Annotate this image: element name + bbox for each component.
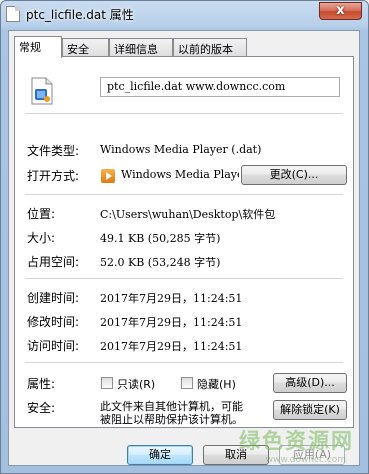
separator xyxy=(25,278,343,279)
size-on-disk-value: 52.0 KB (53,248 字节) xyxy=(100,256,221,269)
file-icon xyxy=(6,6,20,22)
cancel-button[interactable]: 取消 xyxy=(203,445,269,465)
accessed-value: 2017年7月29日，11:24:51 xyxy=(100,340,243,353)
ok-button[interactable]: 确定 xyxy=(127,445,193,465)
open-with-label: 打开方式: xyxy=(27,169,80,183)
advanced-button[interactable]: 高级(D)... xyxy=(273,373,347,393)
tab-security[interactable]: 安全 xyxy=(62,38,109,56)
attributes-label: 属性: xyxy=(27,377,56,391)
separator xyxy=(25,362,343,363)
created-value: 2017年7月29日，11:24:51 xyxy=(100,292,243,305)
file-name-field[interactable]: ptc_licfile.dat www.downcc.com xyxy=(100,77,340,97)
unblock-button[interactable]: 解除锁定(K) xyxy=(273,400,347,420)
security-label: 安全: xyxy=(27,401,56,415)
separator xyxy=(25,194,343,195)
readonly-label[interactable]: 只读(R) xyxy=(117,376,155,392)
properties-window: ptc_licfile.dat 属性 x 常规 安全 详细信息 以前的版本 pt… xyxy=(0,0,369,474)
file-type-value: Windows Media Player (.dat) xyxy=(100,143,262,156)
apply-button[interactable]: 应用(A) xyxy=(279,445,345,465)
open-with-value: Windows Media Playe xyxy=(121,168,239,181)
general-tab-panel: ptc_licfile.dat www.downcc.com 文件类型: Win… xyxy=(14,56,354,428)
hidden-checkbox[interactable] xyxy=(181,377,193,389)
file-type-label: 文件类型: xyxy=(27,144,80,158)
size-label: 大小: xyxy=(27,231,56,245)
tab-details[interactable]: 详细信息 xyxy=(109,38,173,56)
window-title: ptc_licfile.dat 属性 xyxy=(26,8,134,22)
close-button[interactable]: x xyxy=(319,2,362,20)
tab-previous-versions[interactable]: 以前的版本 xyxy=(173,38,247,56)
security-text-line2: 被阻止以帮助保护该计算机。 xyxy=(100,413,243,426)
location-value: C:\Users\wuhan\Desktop\软件包 xyxy=(100,208,276,221)
title-bar[interactable]: ptc_licfile.dat 属性 x xyxy=(1,1,368,27)
media-player-icon xyxy=(101,169,115,183)
change-button[interactable]: 更改(C)... xyxy=(241,165,347,185)
tab-general[interactable]: 常规 xyxy=(14,36,62,58)
modified-label: 修改时间: xyxy=(27,315,80,329)
hidden-label[interactable]: 隐藏(H) xyxy=(197,376,236,392)
location-label: 位置: xyxy=(27,207,56,221)
accessed-label: 访问时间: xyxy=(27,339,80,353)
readonly-checkbox[interactable] xyxy=(101,377,113,389)
dialog-client-area: 常规 安全 详细信息 以前的版本 ptc_licfile.dat www.dow… xyxy=(8,30,360,466)
modified-value: 2017年7月29日，11:24:51 xyxy=(100,316,243,329)
size-value: 49.1 KB (50,285 字节) xyxy=(100,232,221,245)
media-file-icon xyxy=(31,77,53,105)
created-label: 创建时间: xyxy=(27,291,80,305)
size-on-disk-label: 占用空间: xyxy=(27,255,80,269)
separator xyxy=(25,113,343,114)
